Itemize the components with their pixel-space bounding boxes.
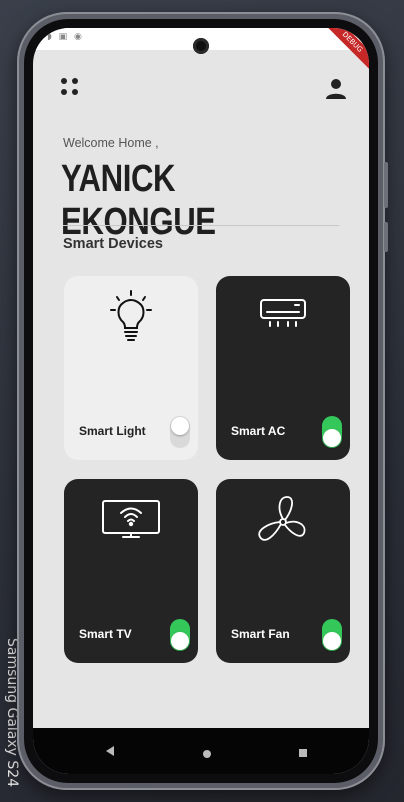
dot	[72, 89, 78, 95]
device-label: Smart TV	[79, 627, 132, 641]
dot	[72, 78, 78, 84]
device-label: Smart Light	[79, 424, 146, 438]
home-icon[interactable]	[202, 746, 212, 764]
power-toggle[interactable]	[170, 416, 190, 448]
debug-banner: DEBUG	[322, 28, 369, 72]
toggle-knob	[171, 632, 189, 650]
dot	[61, 89, 67, 95]
android-nav-bar	[33, 728, 369, 774]
power-button	[384, 222, 388, 252]
divider	[63, 225, 339, 226]
power-toggle[interactable]	[322, 619, 342, 651]
recents-icon[interactable]	[298, 745, 308, 763]
toggle-knob	[323, 429, 341, 447]
app-screen: ◗ ▣ ◉ DEBUG Welcome Home , YANICK EKONGU…	[33, 28, 369, 774]
device-card-smart-ac[interactable]: Smart AC	[216, 276, 350, 460]
section-title: Smart Devices	[63, 236, 163, 252]
phone-bezel: ◗ ▣ ◉ DEBUG Welcome Home , YANICK EKONGU…	[24, 19, 378, 783]
device-card-smart-tv[interactable]: Smart TV	[64, 479, 198, 663]
welcome-text: Welcome Home ,	[63, 136, 159, 150]
volume-button	[384, 162, 388, 208]
device-label: Smart Fan	[231, 627, 290, 641]
power-toggle[interactable]	[322, 416, 342, 448]
smart-tv-icon	[101, 493, 161, 546]
fan-icon	[255, 493, 311, 556]
lightbulb-icon	[109, 290, 153, 351]
person-icon[interactable]	[325, 78, 347, 100]
device-card-smart-fan[interactable]: Smart Fan	[216, 479, 350, 663]
toggle-knob	[323, 632, 341, 650]
air-conditioner-icon	[258, 290, 308, 339]
front-camera	[193, 38, 209, 54]
back-icon[interactable]	[104, 744, 116, 762]
app-bar	[33, 78, 369, 108]
toggle-knob	[171, 417, 189, 435]
dot	[61, 78, 67, 84]
menu-grid-icon[interactable]	[61, 78, 81, 98]
user-name-title: YANICK EKONGUE	[61, 158, 216, 243]
device-label: Smart AC	[231, 424, 286, 438]
device-card-smart-light[interactable]: Smart Light	[64, 276, 198, 460]
status-icons: ◗ ▣ ◉	[47, 32, 84, 42]
power-toggle[interactable]	[170, 619, 190, 651]
phone-frame: ◗ ▣ ◉ DEBUG Welcome Home , YANICK EKONGU…	[17, 12, 388, 790]
